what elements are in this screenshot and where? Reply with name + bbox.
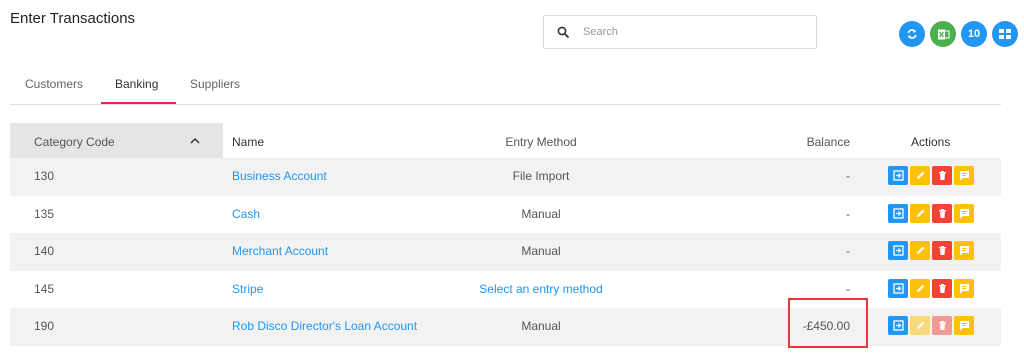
row-entry-method: Manual <box>521 206 561 221</box>
delete-button-disabled <box>932 316 952 335</box>
row-actions <box>888 278 974 298</box>
notes-button[interactable] <box>954 166 974 185</box>
refresh-button[interactable] <box>899 21 925 47</box>
pencil-icon <box>916 284 924 292</box>
active-tab-indicator <box>101 102 176 104</box>
note-icon <box>959 171 969 181</box>
pencil-icon <box>916 321 924 329</box>
row-balance: - <box>846 169 850 183</box>
select-entry-method-link[interactable]: Select an entry method <box>479 282 602 296</box>
open-button[interactable] <box>888 241 908 260</box>
trash-icon <box>938 283 946 293</box>
note-icon <box>959 246 969 256</box>
page-size-button[interactable]: 10 <box>961 21 987 47</box>
enter-icon <box>892 320 904 331</box>
delete-button[interactable] <box>932 278 952 298</box>
enter-icon <box>892 245 904 256</box>
pencil-icon <box>916 209 924 217</box>
trash-icon <box>938 246 946 255</box>
excel-icon <box>937 29 949 39</box>
row-balance: - <box>846 281 850 296</box>
table-row: 130 Business Account File Import - <box>10 158 1001 196</box>
header-balance: Balance <box>806 135 850 149</box>
row-balance: - <box>846 206 850 221</box>
row-entry-method: Manual <box>521 244 561 258</box>
search-icon <box>557 26 569 38</box>
trash-icon <box>938 171 946 180</box>
row-actions <box>888 241 974 260</box>
notes-button[interactable] <box>954 203 974 223</box>
table-row: 135 Cash Manual - <box>10 196 1001 234</box>
header-category-code[interactable]: Category Code <box>34 135 115 149</box>
row-entry-method: File Import <box>512 169 570 183</box>
edit-button[interactable] <box>910 278 930 298</box>
row-entry-method: Manual <box>521 319 561 333</box>
search-box[interactable] <box>543 15 817 49</box>
tab-banking[interactable]: Banking <box>115 77 158 91</box>
row-name-link[interactable]: Rob Disco Director's Loan Account <box>232 319 417 333</box>
table-row: 140 Merchant Account Manual - <box>10 233 1001 271</box>
refresh-icon <box>907 29 917 39</box>
search-input[interactable] <box>583 26 783 38</box>
tab-bar: Customers Banking Suppliers <box>10 66 1001 105</box>
edit-button[interactable] <box>910 203 930 223</box>
row-name-link[interactable]: Cash <box>232 207 260 221</box>
grid-icon <box>999 29 1011 39</box>
row-code: 130 <box>34 169 55 183</box>
note-icon <box>959 283 969 293</box>
open-button[interactable] <box>888 166 908 185</box>
row-actions <box>888 203 974 223</box>
header-actions: Actions <box>911 135 951 149</box>
edit-button[interactable] <box>910 241 930 260</box>
pencil-icon <box>916 171 924 179</box>
header-entry-method: Entry Method <box>505 135 577 149</box>
page-size-label: 10 <box>967 28 981 40</box>
row-balance: - <box>846 244 850 258</box>
pencil-icon <box>916 246 924 254</box>
page-title: Enter Transactions <box>10 10 136 27</box>
trash-icon <box>938 321 946 330</box>
excel-export-button[interactable] <box>930 21 956 47</box>
sort-asc-icon[interactable] <box>190 137 200 144</box>
row-actions <box>888 166 974 185</box>
enter-icon <box>892 170 904 181</box>
column-options-button[interactable] <box>992 21 1018 47</box>
note-icon <box>959 208 969 218</box>
delete-button[interactable] <box>932 241 952 260</box>
enter-icon <box>892 282 904 294</box>
row-code: 135 <box>34 206 55 221</box>
open-button[interactable] <box>888 316 908 335</box>
tab-suppliers[interactable]: Suppliers <box>190 77 240 91</box>
table-header: Category Code Name Entry Method Balance … <box>10 123 1001 158</box>
notes-button[interactable] <box>954 278 974 298</box>
edit-button-disabled <box>910 316 930 335</box>
row-name-link[interactable]: Stripe <box>232 282 263 296</box>
note-icon <box>959 321 969 331</box>
notes-button[interactable] <box>954 241 974 260</box>
balance-highlight-box <box>788 298 868 348</box>
open-button[interactable] <box>888 278 908 298</box>
enter-icon <box>892 207 904 219</box>
row-name-link[interactable]: Business Account <box>232 169 327 183</box>
row-actions <box>888 316 974 335</box>
open-button[interactable] <box>888 203 908 223</box>
tab-customers[interactable]: Customers <box>25 77 83 91</box>
row-code: 190 <box>34 319 55 333</box>
notes-button[interactable] <box>954 316 974 335</box>
delete-button[interactable] <box>932 166 952 185</box>
edit-button[interactable] <box>910 166 930 185</box>
trash-icon <box>938 208 946 218</box>
row-code: 140 <box>34 244 55 258</box>
delete-button[interactable] <box>932 203 952 223</box>
row-name-link[interactable]: Merchant Account <box>232 244 328 258</box>
header-name: Name <box>232 135 265 149</box>
row-code: 145 <box>34 281 55 296</box>
